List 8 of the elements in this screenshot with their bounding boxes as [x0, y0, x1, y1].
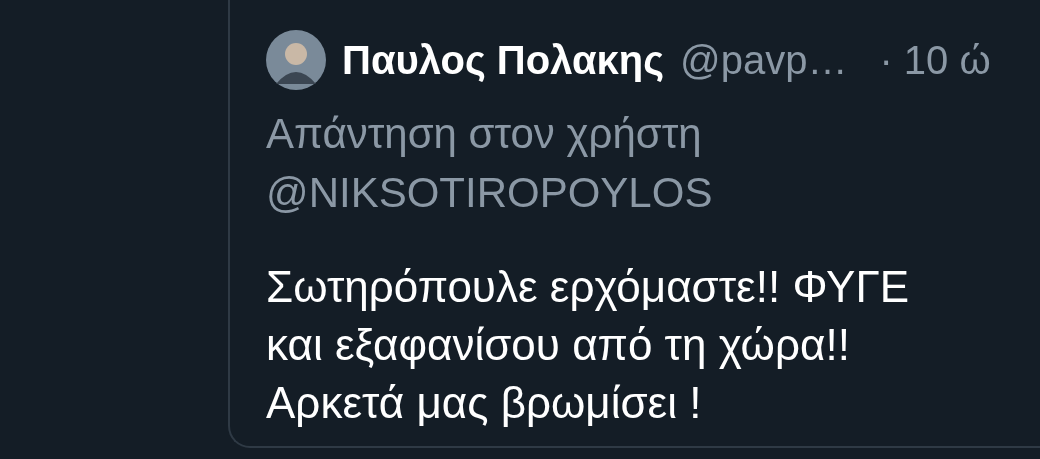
avatar-icon[interactable]: [266, 30, 326, 90]
tweet-text-line: Αρκετά μας βρωμίσει !: [266, 377, 703, 429]
tweet-time[interactable]: · 10 ώ: [879, 30, 991, 90]
author-name[interactable]: Παυλος Πολακης: [342, 30, 665, 90]
tweet-text-line: Σωτηρόπουλε ερχόμαστε!! ΦΥΓΕ: [266, 261, 911, 313]
tweet-text-line: και εξαφανίσου από τη χώρα!!: [266, 319, 851, 371]
reply-to-text: Απάντηση στον χρήστη @NIKSOTIROPOYLOS: [266, 109, 714, 218]
author-handle[interactable]: @pavp…: [680, 30, 848, 90]
